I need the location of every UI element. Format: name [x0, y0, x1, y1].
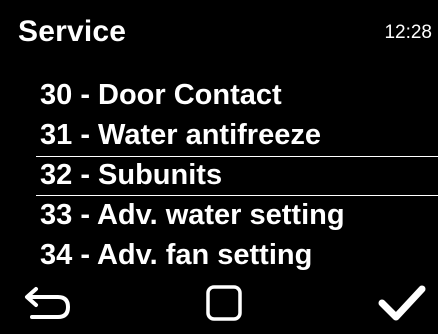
page-title: Service [18, 15, 127, 48]
menu-item-subunits[interactable]: 32 - Subunits [36, 156, 438, 196]
confirm-button[interactable] [370, 278, 434, 328]
checkmark-icon [378, 285, 426, 321]
service-screen: Service 12:28 30 - Door Contact 31 - Wat… [0, 0, 438, 334]
menu-item-adv-fan-setting[interactable]: 34 - Adv. fan setting [0, 236, 438, 276]
menu-item-door-contact[interactable]: 30 - Door Contact [0, 76, 438, 116]
softkey-bar [0, 278, 438, 334]
menu-item-water-antifreeze[interactable]: 31 - Water antifreeze [0, 116, 438, 156]
service-menu: 30 - Door Contact 31 - Water antifreeze … [0, 76, 438, 276]
home-square-icon [206, 285, 242, 321]
back-arrow-icon [25, 287, 70, 319]
menu-item-adv-water-setting[interactable]: 33 - Adv. water setting [0, 196, 438, 236]
home-button[interactable] [194, 278, 254, 328]
clock: 12:28 [384, 22, 432, 43]
back-button[interactable] [18, 278, 78, 328]
